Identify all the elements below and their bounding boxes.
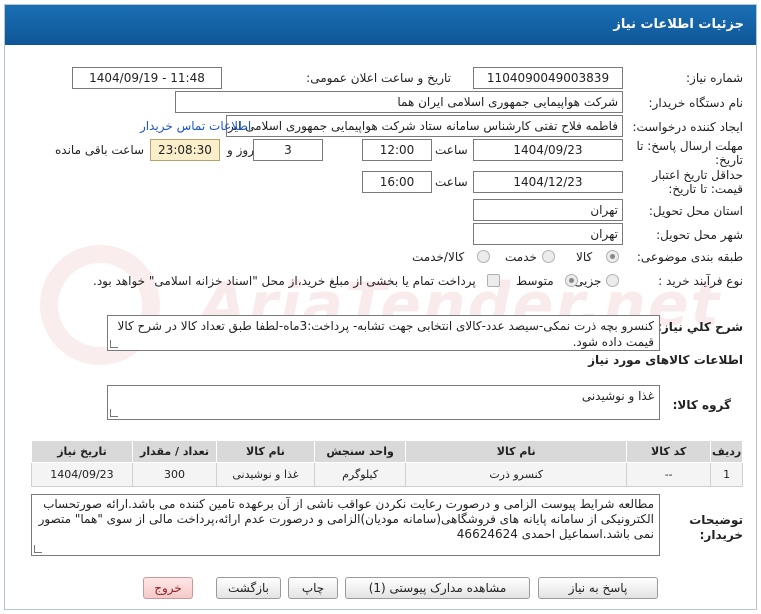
goods-info-title: اطلاعات کالاهای مورد نیاز <box>588 353 743 367</box>
deadline-time-label: ساعت <box>435 143 468 157</box>
city-field[interactable]: تهران <box>473 223 623 245</box>
col-name: نام کالا <box>405 440 628 463</box>
validity-time-field[interactable]: 16:00 <box>362 171 432 193</box>
goods-table: ردیف کد کالا نام کالا واحد سنجش نام کالا… <box>31 440 743 487</box>
days-label: روز و <box>227 143 254 157</box>
validity-date-field[interactable]: 1404/12/23 <box>473 171 623 193</box>
validity-time-label: ساعت <box>435 175 468 189</box>
panel-title: جزئیات اطلاعات نیاز <box>5 5 756 45</box>
treasury-payment-checkbox[interactable] <box>487 274 500 287</box>
summary-textarea[interactable]: کنسرو بچه ذرت نمکی-سیصد عدد-کالای انتخاب… <box>107 315 660 351</box>
deadline-label-line1: مهلت ارسال پاسخ: تا <box>636 139 743 153</box>
cell-row: 1 <box>710 462 743 487</box>
category-label: طبقه بندی موضوعی: <box>636 250 743 264</box>
creator-label: ایجاد کننده درخواست: <box>632 120 743 134</box>
table-row[interactable]: 1 -- کنسرو ذرت کیلوگرم غذا و نوشیدنی 300… <box>31 462 743 487</box>
attachments-button[interactable]: مشاهده مدارک پیوستی (1) <box>345 577 530 599</box>
col-group: نام کالا <box>216 440 315 463</box>
process-label: نوع فرآیند خرید : <box>658 274 743 288</box>
cell-name: کنسرو ذرت <box>405 462 628 487</box>
print-button[interactable]: چاپ <box>288 577 338 599</box>
need-number-field[interactable]: 1104090049003839 <box>473 67 623 89</box>
goods-group-label: گروه کالا: <box>672 398 731 412</box>
notes-text: مطالعه شرایط پیوست الزامی و درصورت رعایت… <box>38 497 654 541</box>
notes-label-line1: توضیحات <box>689 513 743 527</box>
cell-unit: کیلوگرم <box>313 462 407 487</box>
deadline-time-field[interactable]: 12:00 <box>362 139 432 161</box>
summary-label: شرح کلي نياز: <box>657 320 743 334</box>
buyer-org-field[interactable]: شرکت هواپیمایی جمهوری اسلامی ایران هما <box>175 91 623 113</box>
category-goods-service-radio[interactable] <box>477 250 490 263</box>
category-service-radio[interactable] <box>542 250 555 263</box>
resize-grip-icon[interactable] <box>34 545 42 553</box>
validity-label-line2: قیمت: تا تاریخ: <box>668 182 743 196</box>
summary-text: کنسرو بچه ذرت نمکی-سیصد عدد-کالای انتخاب… <box>117 319 654 349</box>
back-button[interactable]: بازگشت <box>216 577 281 599</box>
buyer-contact-link[interactable]: اطلاعات تماس خریدار <box>140 119 251 133</box>
resize-grip-icon[interactable] <box>110 340 118 348</box>
category-goods-radio[interactable] <box>606 250 619 263</box>
category-goods-service-label: کالا/خدمت <box>412 250 465 264</box>
cell-code: -- <box>626 462 712 487</box>
remaining-label: ساعت باقی مانده <box>55 143 145 157</box>
deadline-label-line2: تاریخ: <box>715 153 743 167</box>
city-label: شهر محل تحویل: <box>656 228 743 242</box>
creator-field[interactable]: فاطمه فلاح تفتی کارشناس سامانه ستاد شرکت… <box>226 115 623 137</box>
cell-group: غذا و نوشیدنی <box>216 462 315 487</box>
remaining-time-field: 23:08:30 <box>150 139 220 161</box>
goods-group-text: غذا و نوشیدنی <box>581 389 654 403</box>
days-field[interactable]: 3 <box>253 139 323 161</box>
notes-label-line2: خریدار: <box>699 528 743 542</box>
col-code: کد کالا <box>626 440 712 463</box>
province-label: استان محل تحویل: <box>648 204 743 218</box>
buyer-org-label: نام دستگاه خریدار: <box>648 96 744 110</box>
col-row: ردیف <box>710 440 743 463</box>
process-minor-label: جزیی <box>574 274 602 288</box>
announce-label: تاریخ و ساعت اعلان عمومی: <box>306 71 451 85</box>
category-goods-label: کالا <box>576 250 593 264</box>
col-qty: تعداد / مقدار <box>131 440 218 463</box>
cell-date: 1404/09/23 <box>31 462 133 487</box>
need-number-label: شماره نیاز: <box>686 71 743 85</box>
reply-button[interactable]: پاسخ به نیاز <box>538 577 658 599</box>
process-medium-label: متوسط <box>516 274 554 288</box>
col-unit: واحد سنجش <box>313 440 407 463</box>
resize-grip-icon[interactable] <box>110 409 118 417</box>
table-header-row: ردیف کد کالا نام کالا واحد سنجش نام کالا… <box>31 440 743 463</box>
notes-textarea[interactable]: مطالعه شرایط پیوست الزامی و درصورت رعایت… <box>31 494 660 556</box>
category-service-label: خدمت <box>505 250 537 264</box>
deadline-date-field[interactable]: 1404/09/23 <box>473 139 623 161</box>
cell-qty: 300 <box>131 462 218 487</box>
validity-label-line1: حداقل تاریخ اعتبار <box>652 168 743 182</box>
process-medium-radio[interactable] <box>565 274 578 287</box>
province-field[interactable]: تهران <box>473 199 623 221</box>
exit-button[interactable]: خروج <box>143 577 193 599</box>
goods-group-textarea[interactable]: غذا و نوشیدنی <box>107 385 660 420</box>
announce-datetime-field[interactable]: 1404/09/19 - 11:48 <box>72 67 222 89</box>
process-minor-radio[interactable] <box>606 274 619 287</box>
col-date: تاریخ نیاز <box>31 440 133 463</box>
treasury-payment-note: پرداخت تمام یا بخشی از مبلغ خرید،از محل … <box>93 274 476 288</box>
